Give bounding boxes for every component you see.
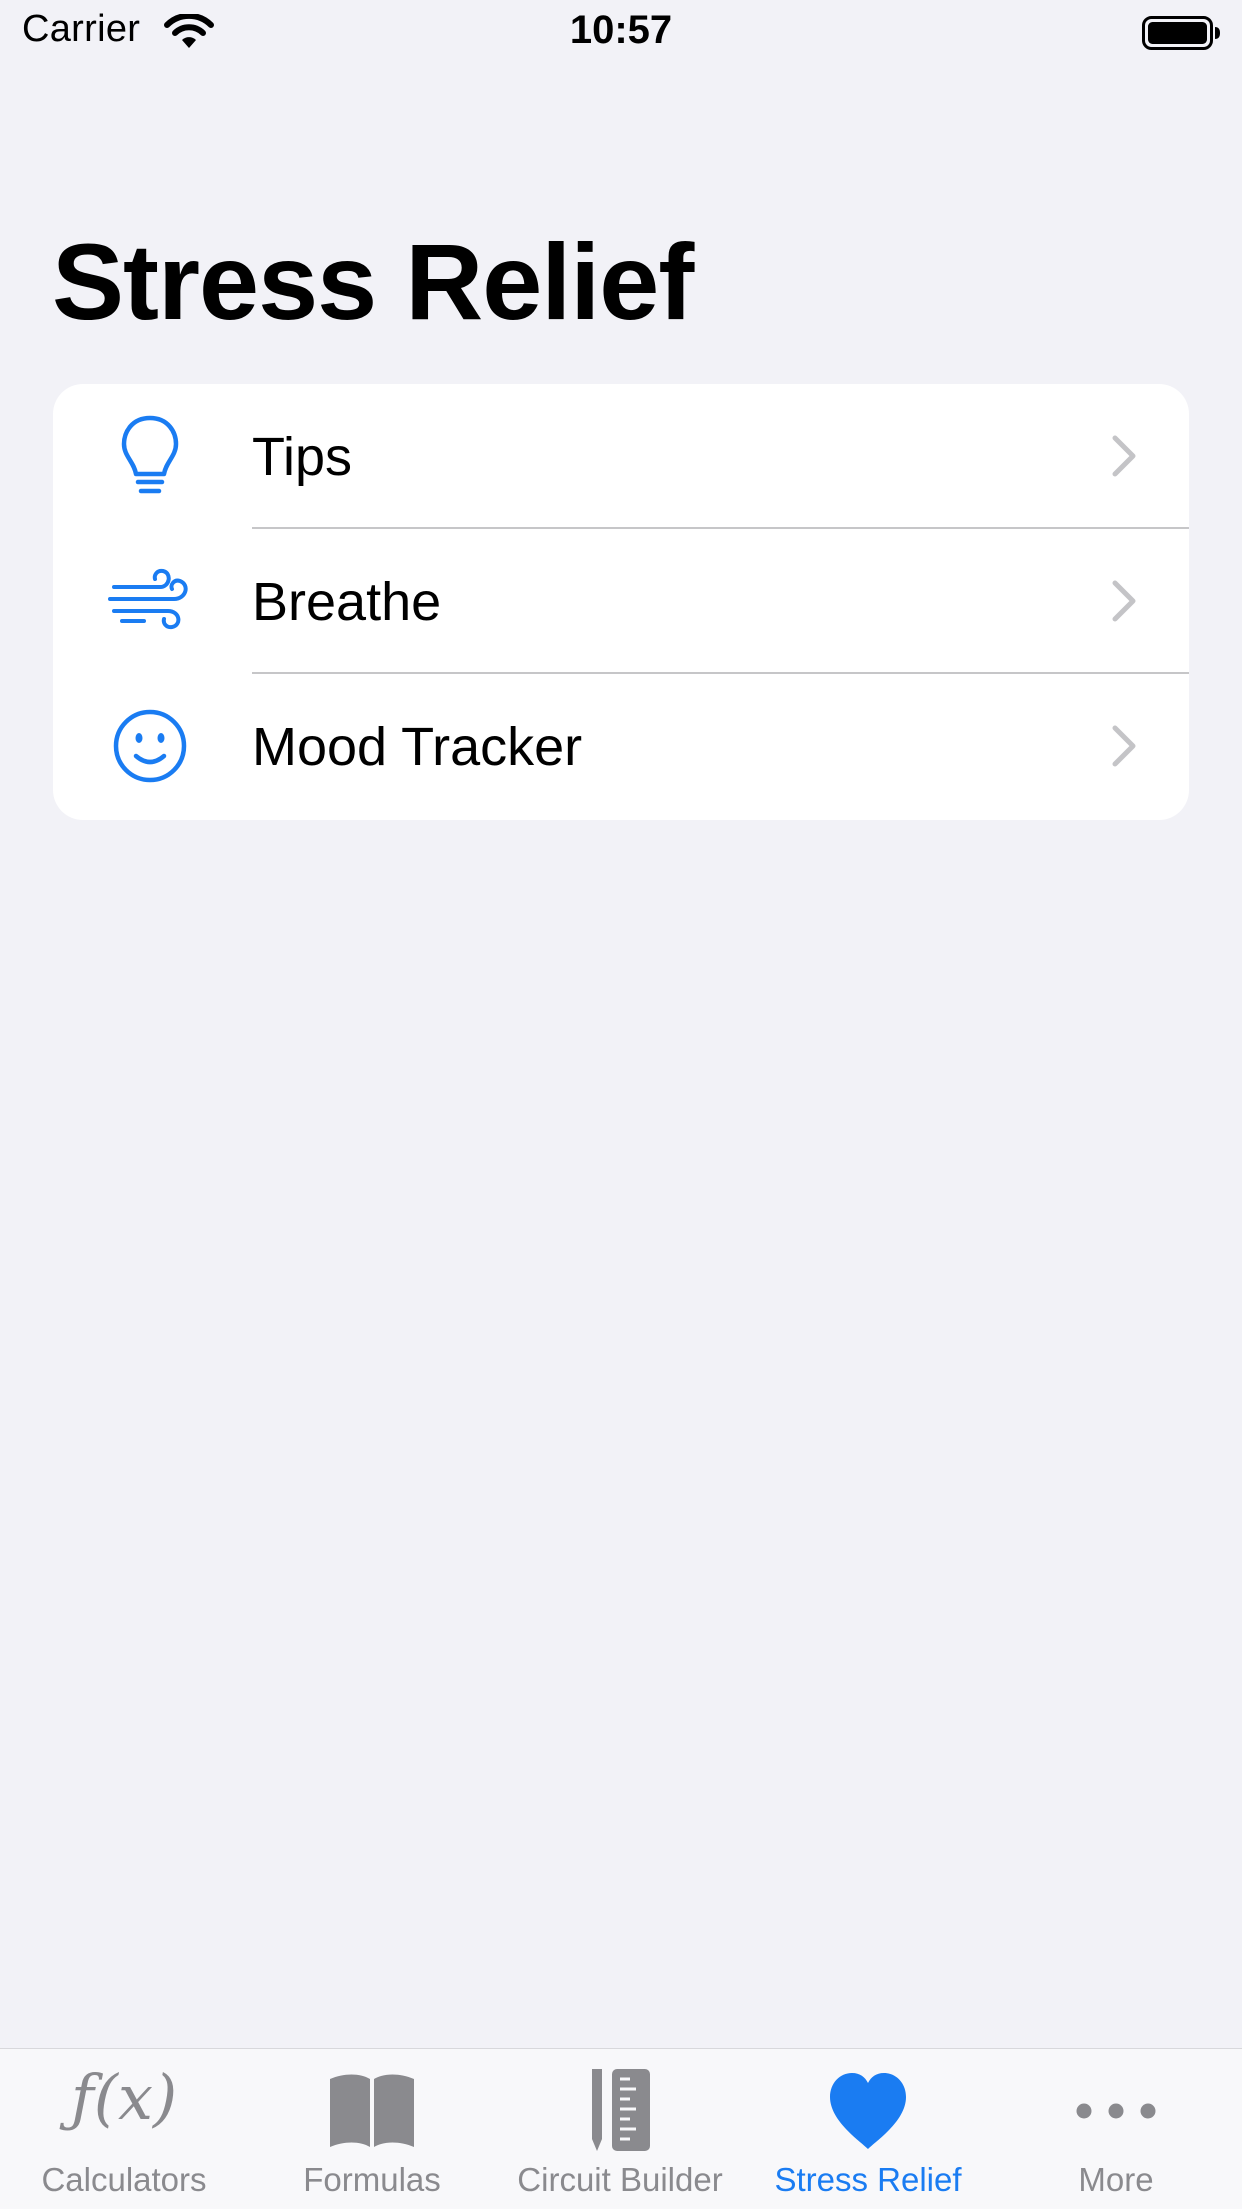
chevron-right-icon	[1107, 577, 1141, 625]
wind-icon	[108, 559, 192, 643]
tab-more[interactable]: More	[992, 2049, 1240, 2209]
chevron-right-icon	[1107, 722, 1141, 770]
page-title: Stress Relief	[52, 221, 694, 342]
tab-label: Calculators	[41, 2161, 207, 2198]
tab-label: More	[1078, 2161, 1154, 2198]
status-bar: Carrier 10:57	[0, 0, 1242, 70]
menu-item-mood-tracker[interactable]: Mood Tracker	[53, 674, 1189, 819]
menu-item-breathe[interactable]: Breathe	[53, 529, 1189, 674]
chevron-right-icon	[1107, 432, 1141, 480]
stress-relief-menu: Tips Breathe Mood Tracker	[53, 384, 1189, 820]
tab-stress-relief[interactable]: Stress Relief	[744, 2049, 992, 2209]
pencil-ruler-icon	[570, 2065, 670, 2155]
tab-calculators[interactable]: ƒ(x) Calculators	[0, 2049, 248, 2209]
menu-item-tips[interactable]: Tips	[53, 384, 1189, 529]
tab-circuit-builder[interactable]: Circuit Builder	[496, 2049, 744, 2209]
tab-formulas[interactable]: Formulas	[248, 2049, 496, 2209]
tab-label: Circuit Builder	[517, 2161, 723, 2198]
tab-label: Stress Relief	[774, 2161, 962, 2198]
tab-label: Formulas	[303, 2161, 441, 2198]
tab-bar: ƒ(x) Calculators Formulas Circuit Builde…	[0, 2048, 1242, 2209]
menu-item-label: Tips	[252, 427, 353, 487]
book-icon	[322, 2065, 422, 2155]
smiley-face-icon	[108, 704, 192, 788]
function-icon: ƒ(x)	[70, 2061, 178, 2134]
lightbulb-icon	[108, 414, 192, 498]
clock: 10:57	[569, 8, 673, 52]
ellipsis-icon	[1066, 2065, 1166, 2155]
menu-item-label: Breathe	[252, 572, 442, 632]
battery-full-icon	[1142, 14, 1222, 52]
menu-item-label: Mood Tracker	[252, 717, 583, 777]
heart-icon	[818, 2065, 918, 2155]
